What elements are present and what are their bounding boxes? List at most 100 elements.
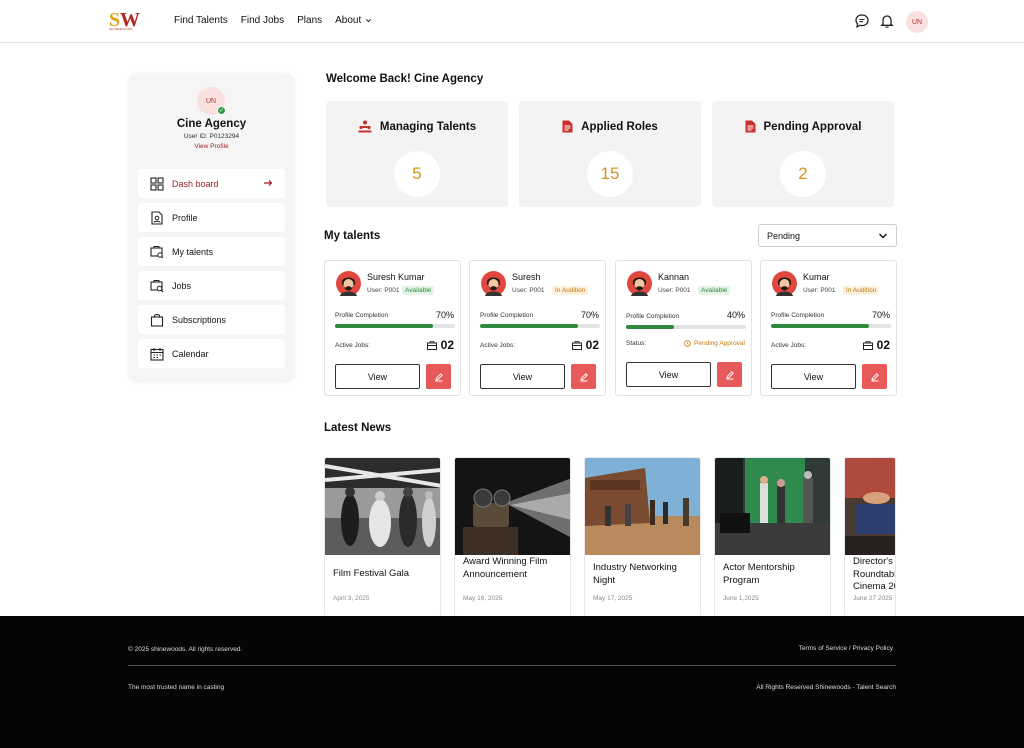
profile-completion-fill [626, 325, 674, 329]
profile-completion-percent: 70% [871, 310, 890, 320]
sidebar-menu: Dash board Profile My talents Jobs Subsc… [138, 169, 285, 373]
news-image-film-set [585, 458, 700, 555]
pencil-icon [725, 370, 734, 379]
profile-completion-bar [771, 324, 891, 328]
document-icon [745, 120, 755, 133]
news-image-studio [715, 458, 830, 555]
profile-completion-label: Profile Completion [626, 313, 680, 320]
sidebar-item-label: Profile [172, 212, 198, 223]
clock-icon [684, 340, 691, 347]
talent-user-id: User: P001 [367, 287, 400, 294]
profile-icon [151, 210, 163, 225]
verified-check-icon: ✓ [217, 106, 226, 115]
chevron-down-icon [879, 233, 887, 239]
profile-completion-bar [626, 325, 746, 329]
stat-applied-roles[interactable]: Applied Roles 15 [519, 101, 701, 207]
news-card[interactable]: Director's Roundtable: Cinema 2025 June … [844, 457, 896, 617]
news-date: June 1,2025 [723, 595, 759, 602]
chat-icon[interactable] [854, 13, 870, 29]
talent-status-badge: In Audition [843, 286, 880, 295]
view-profile-link[interactable]: View Profile [129, 143, 294, 150]
stat-value: 2 [780, 151, 826, 197]
profile-completion-bar [480, 324, 600, 328]
profile-completion-fill [771, 324, 870, 328]
talent-name: Kumar [803, 272, 830, 282]
nav-find-talents[interactable]: Find Talents [174, 15, 228, 26]
sidebar-item-profile[interactable]: Profile [138, 203, 285, 232]
privacy-policy-link[interactable]: Privacy Policy [853, 645, 893, 652]
footer-rights: All Rights Reserved Shinewoods - Talent … [756, 684, 896, 691]
news-card[interactable]: Industry Networking Night May 17, 2025 [584, 457, 701, 617]
news-card[interactable]: Actor Mentorship Program June 1,2025 [714, 457, 831, 617]
stat-title-row: Pending Approval [712, 120, 894, 133]
talents-icon [150, 245, 164, 258]
news-image-projector [455, 458, 570, 555]
chevron-down-icon [366, 19, 372, 23]
stat-pending-approval[interactable]: Pending Approval 2 [712, 101, 894, 207]
pencil-icon [870, 372, 879, 381]
pencil-icon [579, 372, 588, 381]
news-card[interactable]: Film Festival Gala April 3, 2025 [324, 457, 441, 617]
stat-title-row: Applied Roles [519, 120, 701, 133]
bag-icon [150, 313, 164, 327]
sidebar-item-my-talents[interactable]: My talents [138, 237, 285, 266]
view-talent-button[interactable]: View [626, 362, 711, 387]
sidebar-item-label: Subscriptions [172, 314, 227, 325]
profile-completion-percent: 40% [726, 310, 745, 320]
sidebar-item-label: Dash board [172, 178, 219, 189]
profile-sidebar: UN ✓ Cine Agency User ID: P0123294 View … [129, 73, 294, 381]
my-talents-heading: My talents [324, 230, 381, 242]
terms-of-service-link[interactable]: Terms of Service [799, 645, 847, 652]
shinewoods-logo[interactable]: S W SHINEWOODS [109, 9, 145, 33]
active-jobs-label: Active Jobs: [335, 342, 371, 349]
news-card[interactable]: Award Winning Film Announcement May 16, … [454, 457, 571, 617]
sidebar-item-dashboard[interactable]: Dash board [138, 169, 285, 198]
footer-link-separator: / [848, 645, 851, 652]
talent-card: Suresh Kumar User: P001 Available Profil… [324, 260, 461, 396]
agency-name: Cine Agency [176, 118, 247, 130]
view-talent-button[interactable]: View [480, 364, 565, 389]
top-header: S W SHINEWOODS Find Talents Find Jobs Pl… [0, 0, 1024, 43]
people-icon [358, 120, 372, 133]
talent-status-badge: Available [698, 286, 731, 295]
talent-status-badge: Available [402, 286, 435, 295]
approval-status-value: Pending Approval [694, 340, 745, 347]
nav-about[interactable]: About [335, 15, 372, 26]
view-talent-button[interactable]: View [771, 364, 856, 389]
briefcase-icon [426, 340, 437, 350]
talent-status-badge: In Audition [552, 286, 589, 295]
talent-avatar-icon [627, 271, 652, 296]
talent-name: Suresh [512, 272, 541, 282]
news-title: Film Festival Gala [333, 568, 410, 579]
document-icon [562, 120, 573, 133]
profile-completion-fill [480, 324, 579, 328]
talent-card: Kumar User: P001 In Audition Profile Com… [760, 260, 897, 396]
talent-name: Suresh Kumar [367, 272, 425, 282]
status-label: Status: [626, 340, 647, 347]
talent-user-id: User: P001 [803, 287, 836, 294]
talent-status-filter[interactable]: Pending [758, 224, 897, 247]
profile-completion-label: Profile Completion [480, 312, 534, 319]
edit-talent-button[interactable] [717, 362, 742, 387]
user-avatar[interactable]: UN [906, 11, 928, 33]
nav-plans[interactable]: Plans [297, 15, 322, 26]
sidebar-item-label: My talents [172, 246, 214, 257]
view-talent-button[interactable]: View [335, 364, 420, 389]
bell-icon[interactable] [879, 13, 895, 29]
stat-managing-talents[interactable]: Managing Talents 5 [326, 101, 508, 207]
news-image-festival-gala [325, 458, 440, 555]
filter-selected-value: Pending [767, 230, 801, 241]
sidebar-item-jobs[interactable]: Jobs [138, 271, 285, 300]
edit-talent-button[interactable] [571, 364, 596, 389]
stat-title: Pending Approval [763, 120, 862, 133]
nav-find-jobs[interactable]: Find Jobs [241, 15, 284, 26]
edit-talent-button[interactable] [426, 364, 451, 389]
approval-status: Pending Approval [684, 340, 745, 347]
sidebar-item-calendar[interactable]: Calendar [138, 339, 285, 368]
nav-about-label: About [335, 15, 362, 26]
sidebar-item-subscriptions[interactable]: Subscriptions [138, 305, 285, 334]
edit-talent-button[interactable] [862, 364, 887, 389]
active-jobs-value: 02 [585, 338, 599, 352]
talent-user-id: User: P001 [512, 287, 545, 294]
briefcase-icon [571, 340, 582, 350]
